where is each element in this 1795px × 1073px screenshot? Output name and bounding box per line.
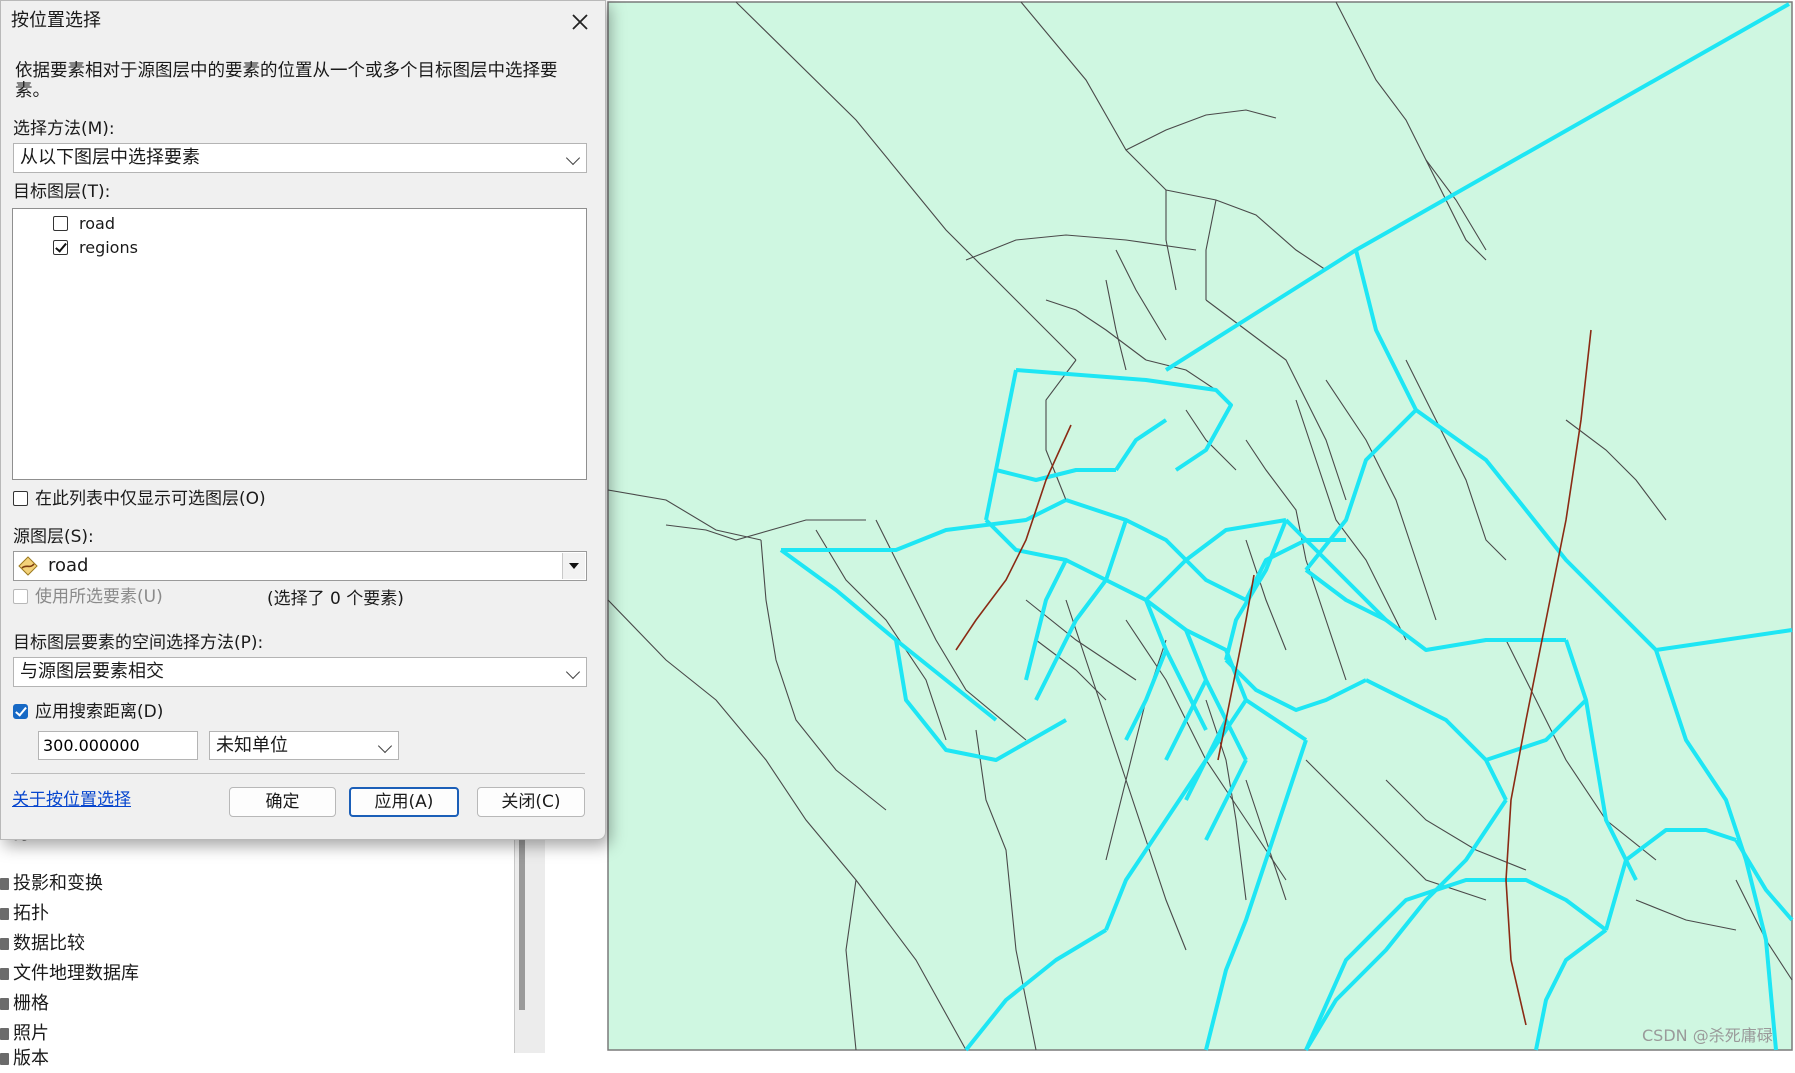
toolbox-item[interactable]: 投影和变换 bbox=[0, 870, 103, 898]
toolset-icon bbox=[0, 1053, 9, 1065]
dropdown-arrow-button[interactable] bbox=[562, 553, 585, 579]
selection-method-value: 从以下图层中选择要素 bbox=[20, 147, 200, 168]
toolbox-tree: 打包 投影和变换 拓扑 数据比较 文件地理数据库 栅格 照片 版本 bbox=[0, 820, 545, 1069]
watermark: CSDN @杀死庸碌 bbox=[1642, 1026, 1773, 1045]
unit-dropdown[interactable]: 未知单位 bbox=[209, 731, 399, 760]
unit-value: 未知单位 bbox=[216, 735, 288, 756]
use-selected-label: 使用所选要素(U) bbox=[35, 587, 163, 607]
source-layer-dropdown[interactable]: road bbox=[13, 551, 587, 581]
divider bbox=[11, 773, 585, 774]
close-button[interactable]: 关闭(C) bbox=[477, 787, 585, 817]
toolbox-item[interactable]: 栅格 bbox=[0, 990, 49, 1018]
spatial-method-label: 目标图层要素的空间选择方法(P): bbox=[13, 633, 264, 653]
layer-checkbox-road[interactable] bbox=[53, 216, 68, 231]
source-layer-label: 源图层(S): bbox=[13, 527, 94, 547]
search-distance-label: 应用搜索距离(D) bbox=[35, 702, 164, 722]
layer-name-regions: regions bbox=[79, 238, 138, 257]
search-distance-input[interactable] bbox=[38, 731, 198, 760]
toolbox-item[interactable]: 数据比较 bbox=[0, 930, 85, 958]
selection-method-dropdown[interactable]: 从以下图层中选择要素 bbox=[13, 143, 587, 173]
toolbox-scrollbar-thumb[interactable] bbox=[519, 830, 525, 1010]
only-selectable-label: 在此列表中仅显示可选图层(O) bbox=[35, 489, 266, 509]
source-layer-value: road bbox=[48, 555, 89, 576]
toolbox-item[interactable]: 拓扑 bbox=[0, 900, 49, 928]
line-layer-icon bbox=[18, 556, 38, 576]
method-label: 选择方法(M): bbox=[13, 119, 115, 139]
toolset-icon bbox=[0, 1028, 9, 1040]
apply-button[interactable]: 应用(A) bbox=[349, 787, 459, 817]
chevron-down-icon bbox=[565, 664, 581, 680]
dialog-title: 按位置选择 bbox=[11, 10, 101, 31]
toolbox-item[interactable]: 版本 bbox=[0, 1045, 49, 1073]
target-layers-list[interactable]: road regions bbox=[12, 208, 587, 480]
toolbox-item[interactable]: 照片 bbox=[0, 1020, 49, 1048]
spatial-method-dropdown[interactable]: 与源图层要素相交 bbox=[13, 657, 587, 687]
selected-count-text: (选择了 0 个要素) bbox=[267, 589, 404, 609]
toolset-icon bbox=[0, 878, 9, 890]
search-distance-checkbox[interactable] bbox=[13, 704, 28, 719]
toolset-icon bbox=[0, 968, 9, 980]
chevron-down-icon bbox=[377, 738, 393, 754]
chevron-down-icon bbox=[565, 150, 581, 166]
help-link[interactable]: 关于按位置选择 bbox=[12, 785, 131, 810]
layer-checkbox-regions[interactable] bbox=[53, 240, 68, 255]
toolbox-item[interactable]: 文件地理数据库 bbox=[0, 960, 139, 988]
toolset-icon bbox=[0, 998, 9, 1010]
layer-name-road: road bbox=[79, 214, 115, 233]
spatial-method-value: 与源图层要素相交 bbox=[20, 661, 164, 682]
toolset-icon bbox=[0, 938, 9, 950]
toolset-icon bbox=[0, 908, 9, 920]
dialog-description: 依据要素相对于源图层中的要素的位置从一个或多个目标图层中选择要素。 bbox=[15, 61, 558, 101]
select-by-location-dialog: 按位置选择 依据要素相对于源图层中的要素的位置从一个或多个目标图层中选择要素。 … bbox=[0, 0, 606, 840]
target-layers-label: 目标图层(T): bbox=[13, 182, 111, 202]
close-icon[interactable] bbox=[569, 11, 591, 33]
map-view[interactable] bbox=[606, 0, 1795, 1053]
map-canvas[interactable] bbox=[606, 0, 1795, 1053]
use-selected-checkbox[interactable] bbox=[13, 589, 28, 604]
only-selectable-checkbox[interactable] bbox=[13, 491, 28, 506]
ok-button[interactable]: 确定 bbox=[229, 787, 336, 817]
